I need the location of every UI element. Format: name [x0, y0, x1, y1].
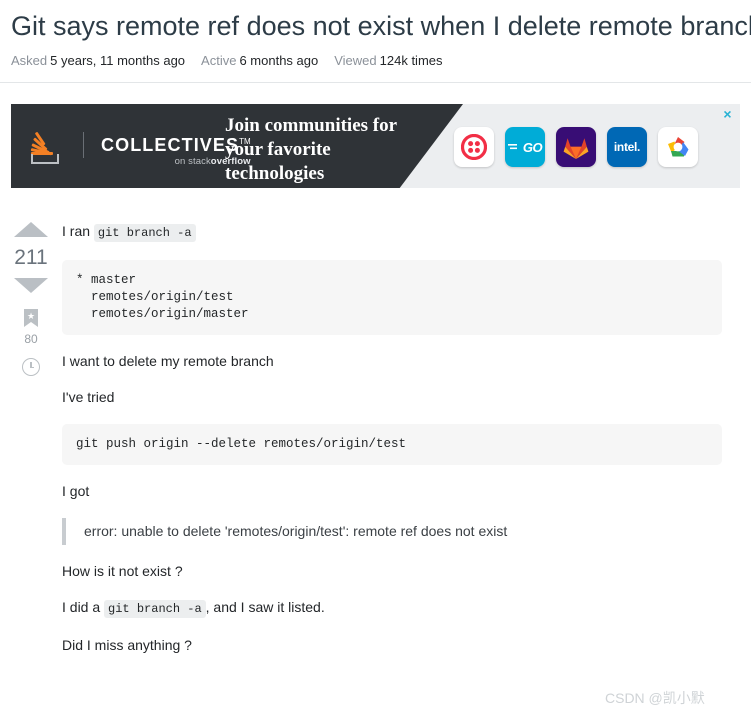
question-body: I ran git branch -a * master remotes/ori… — [62, 222, 722, 672]
blockquote-error-message: error: unable to delete 'remotes/origin/… — [62, 518, 722, 545]
stat-asked-value: 5 years, 11 months ago — [50, 53, 186, 68]
question-header: Git says remote ref does not exist when … — [0, 0, 751, 83]
text-i-did-a: I did a — [62, 599, 101, 615]
paragraph-ive-tried: I've tried — [62, 389, 115, 405]
paragraph-i-did-a: I did a git branch -a, and I saw it list… — [62, 598, 722, 619]
stat-asked: Asked 5 years, 11 months ago — [11, 53, 185, 68]
downvote-button-icon[interactable] — [14, 278, 48, 293]
stat-viewed: Viewed 124k times — [334, 53, 442, 68]
inline-code-git-branch-a: git branch -a — [93, 224, 196, 242]
twilio-glyph — [461, 134, 487, 160]
gitlab-tile-icon[interactable] — [556, 127, 596, 167]
stat-asked-label: Asked — [11, 53, 48, 68]
close-icon[interactable]: × — [721, 107, 734, 121]
code-block-branches: * master remotes/origin/test remotes/ori… — [62, 260, 722, 335]
history-hand-horizontal — [30, 366, 34, 369]
vote-column: 211 ★ 80 — [11, 222, 51, 376]
page-title: Git says remote ref does not exist when … — [11, 11, 751, 41]
google-cloud-tile-icon[interactable] — [658, 127, 698, 167]
gitlab-fox-glyph — [563, 137, 589, 159]
stat-active: Active 6 months ago — [201, 53, 318, 68]
history-icon[interactable] — [22, 358, 40, 376]
stackoverflow-collectives-logo-icon — [29, 128, 65, 164]
code-block-git-push-delete: git push origin --delete remotes/origin/… — [62, 424, 722, 465]
go-tile-label: GO — [522, 139, 543, 155]
google-cloud-glyph — [668, 137, 689, 157]
inline-code-git-branch-a-2: git branch -a — [104, 600, 206, 618]
stat-viewed-label: Viewed — [334, 53, 377, 68]
csdn-watermark: CSDN @凯小默 — [605, 690, 705, 706]
paragraph-how-not-exist: How is it not exist ? — [62, 563, 183, 579]
twilio-tile-icon[interactable] — [454, 127, 494, 167]
ad-logo-divider — [83, 132, 84, 158]
ad-brand-tiles: GO intel. — [454, 127, 698, 167]
paragraph-i-got: I got — [62, 483, 90, 499]
intel-tile-label: intel. — [613, 140, 641, 154]
stat-active-label: Active — [201, 53, 237, 68]
go-speed-lines-icon — [507, 144, 517, 150]
golang-tile-icon[interactable]: GO — [505, 127, 545, 167]
ad-headline: Join communities for your favorite techn… — [225, 115, 397, 184]
paragraph-want-delete: I want to delete my remote branch — [62, 353, 274, 369]
vote-count: 211 — [14, 246, 48, 269]
bookmark-icon[interactable]: ★ — [24, 309, 38, 327]
text-i-ran: I ran — [62, 223, 91, 239]
intel-tile-icon[interactable]: intel. — [607, 127, 647, 167]
paragraph-miss-anything: Did I miss anything ? — [62, 637, 192, 653]
stat-viewed-value: 124k times — [379, 53, 443, 68]
stat-active-value[interactable]: 6 months ago — [239, 53, 318, 68]
text-saw-listed: , and I saw it listed. — [205, 599, 325, 615]
question-stats: Asked 5 years, 11 months ago Active 6 month… — [11, 52, 459, 69]
paragraph-i-ran: I ran git branch -a — [62, 222, 722, 243]
upvote-button-icon[interactable] — [14, 222, 48, 237]
collectives-ad-banner[interactable]: COLLECTIVESTM on stackoverflow Join comm… — [11, 104, 740, 188]
bookmark-star-icon: ★ — [27, 311, 36, 321]
bookmark-count: 80 — [24, 332, 38, 346]
